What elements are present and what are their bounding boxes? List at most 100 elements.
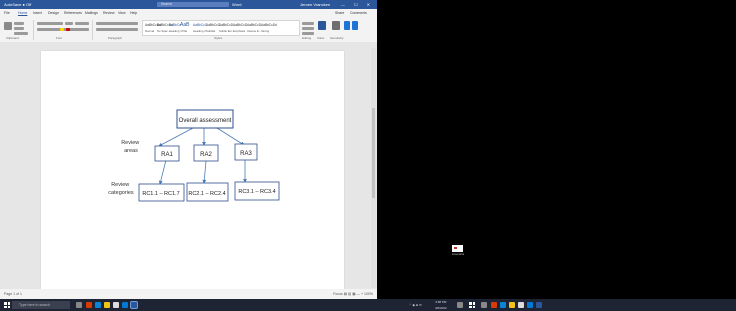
- system-tray-icons[interactable]: ⌃ ◉ ⊞ ✉: [409, 299, 422, 311]
- styles-gallery[interactable]: AaBbCcDd AaBbCcDd AaBbCc AaB AaBbCcC AaB…: [142, 20, 300, 36]
- tab-insert[interactable]: Insert: [33, 9, 42, 17]
- style-name: Strong: [261, 29, 270, 33]
- separator: [33, 20, 34, 40]
- windows-start-icon-secondary[interactable]: [469, 302, 475, 308]
- group-label-styles: Styles: [214, 36, 223, 40]
- review-areas-label-line: areas: [124, 148, 138, 154]
- mail-icon[interactable]: [122, 302, 128, 308]
- style-name: Subtitle: [206, 29, 216, 33]
- category-label-rc3: RC3.1 – RC3.4: [238, 189, 275, 195]
- font-name-box[interactable]: [37, 22, 63, 25]
- document-page[interactable]: Overall assessment Review areas Review c…: [41, 51, 344, 289]
- paste-icon[interactable]: [4, 22, 12, 30]
- document-title: Word: [232, 2, 242, 7]
- file-caption: screenshot: [451, 253, 465, 256]
- review-areas-label-line: Review: [121, 140, 139, 146]
- review-areas-label: Review areas: [121, 140, 141, 154]
- connector-arrow: [216, 127, 245, 146]
- office-icon[interactable]: [86, 302, 92, 308]
- group-label-paragraph: Paragraph: [108, 36, 123, 40]
- area-label-ra2: RA2: [200, 152, 212, 158]
- sensitivity-icon[interactable]: [332, 21, 340, 30]
- style-preview[interactable]: AaBbCcDd: [261, 23, 277, 27]
- desktop-file-icon[interactable]: screenshot: [452, 245, 464, 256]
- hierarchy-diagram: Overall assessment Review areas Review c…: [108, 109, 280, 202]
- style-preview[interactable]: AaBbCcC: [206, 23, 220, 27]
- category-label-rc1: RC1.1 – RC1.7: [142, 191, 179, 197]
- desktop-right: [377, 0, 736, 299]
- taskbar-right: ⌃ ◉ ⊞ ✉ 3:58 PM 4/6/2022: [377, 299, 736, 311]
- tab-file[interactable]: File: [4, 9, 10, 17]
- taskbar-search[interactable]: Type here to search: [12, 301, 70, 309]
- scrollbar-thumb[interactable]: [372, 108, 375, 198]
- separator: [92, 20, 93, 40]
- reuse-files-icon[interactable]: [352, 21, 358, 30]
- word-taskbar-icon[interactable]: [536, 302, 542, 308]
- style-preview[interactable]: AaBbCcD: [219, 23, 233, 27]
- tab-design[interactable]: Design: [48, 9, 59, 17]
- zoom-controls[interactable]: Focus ▤ ▥ ▦ — + 100%: [333, 289, 373, 299]
- font-color-icon[interactable]: [66, 28, 70, 31]
- notification-icon[interactable]: [457, 302, 463, 308]
- tab-references[interactable]: References: [64, 9, 82, 17]
- edge-icon[interactable]: [500, 302, 506, 308]
- find-button[interactable]: [302, 22, 314, 25]
- style-preview[interactable]: AaBbCc: [169, 23, 181, 27]
- style-preview[interactable]: AaB: [180, 22, 189, 28]
- replace-button[interactable]: [302, 27, 314, 30]
- list-buttons[interactable]: [96, 22, 138, 25]
- task-view-icon[interactable]: [481, 302, 487, 308]
- user-name[interactable]: Jeroen Vrancken: [300, 0, 330, 9]
- review-categories-label: Review categories: [108, 182, 134, 196]
- style-name: Emphasis: [233, 29, 246, 33]
- style-preview[interactable]: AaBbCcD: [233, 23, 247, 27]
- tab-help[interactable]: Help: [130, 9, 137, 17]
- file-explorer-icon[interactable]: [104, 302, 110, 308]
- page-count[interactable]: Page 1 of 1: [4, 289, 22, 299]
- style-name: Heading 1: [169, 29, 182, 33]
- review-categories-label-line: Review: [111, 182, 129, 188]
- store-icon[interactable]: [518, 302, 524, 308]
- clock-time: 3:58 PM: [435, 300, 447, 304]
- tab-mailings[interactable]: Mailings: [85, 9, 98, 17]
- connector-arrow: [158, 127, 194, 147]
- area-label-ra3: RA3: [240, 151, 252, 157]
- alignment-buttons[interactable]: [96, 28, 138, 31]
- task-view-icon[interactable]: [76, 302, 82, 308]
- store-icon[interactable]: [113, 302, 119, 308]
- font-grow-icon[interactable]: [75, 22, 89, 25]
- tab-view[interactable]: View: [118, 9, 126, 17]
- tab-home[interactable]: Home: [18, 9, 27, 17]
- connector-arrow: [202, 160, 207, 184]
- editor-icon[interactable]: [344, 21, 350, 30]
- vertical-scrollbar[interactable]: [371, 48, 376, 288]
- edge-icon[interactable]: [95, 302, 101, 308]
- word-taskbar-icon[interactable]: [130, 301, 138, 309]
- group-label-font: Font: [56, 36, 63, 40]
- area-label-ra1: RA1: [161, 152, 173, 158]
- clock[interactable]: 3:58 PM 4/6/2022: [435, 299, 447, 311]
- office-icon[interactable]: [491, 302, 497, 308]
- copy-icon[interactable]: [14, 27, 24, 30]
- comments-button[interactable]: Comments: [350, 9, 367, 17]
- autosave-toggle[interactable]: AutoSave ● Off: [4, 0, 31, 9]
- connector-arrow: [158, 159, 167, 185]
- mail-icon[interactable]: [527, 302, 533, 308]
- windows-start-icon[interactable]: [4, 302, 10, 308]
- font-size-box[interactable]: [65, 22, 73, 25]
- format-painter-icon[interactable]: [14, 32, 28, 35]
- share-button[interactable]: Share: [335, 9, 344, 17]
- title-bar: AutoSave ● Off Search Word Jeroen Vranck…: [0, 0, 377, 9]
- clock-date: 4/6/2022: [435, 306, 447, 310]
- tab-review[interactable]: Review: [103, 9, 114, 17]
- word-window: AutoSave ● Off Search Word Jeroen Vranck…: [0, 0, 377, 299]
- file-explorer-icon[interactable]: [509, 302, 515, 308]
- dictate-icon[interactable]: [318, 21, 326, 30]
- style-preview[interactable]: AaBbCcD: [247, 23, 261, 27]
- highlight-icon[interactable]: [60, 28, 64, 31]
- window-controls[interactable]: — ☐ ✕: [341, 0, 374, 9]
- title-search-box[interactable]: Search: [157, 2, 229, 7]
- select-button[interactable]: [302, 32, 314, 35]
- cut-icon[interactable]: [14, 22, 24, 25]
- style-preview[interactable]: AaBbCcC: [193, 23, 207, 27]
